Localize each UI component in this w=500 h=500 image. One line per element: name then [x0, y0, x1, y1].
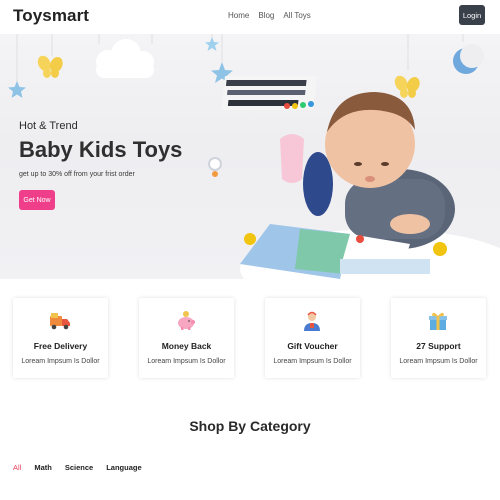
nav-link-blog[interactable]: Blog	[258, 11, 274, 20]
gift-box-icon	[429, 312, 447, 330]
login-button[interactable]: Login	[459, 5, 485, 25]
feature-text: Loream Impsum Is Dollor	[21, 358, 100, 365]
hero-banner: Hot & Trend Baby Kids Toys get up to 30%…	[0, 34, 500, 279]
get-now-button[interactable]: Get Now	[19, 190, 55, 210]
category-tab-all[interactable]: All	[13, 463, 21, 472]
feature-title: 27 Support	[416, 341, 461, 351]
section-title-shop-by-category: Shop By Category	[189, 418, 311, 434]
category-tab-language[interactable]: Language	[106, 463, 141, 472]
feature-card-money-back[interactable]: Money Back Loream Impsum Is Dollor	[139, 298, 234, 378]
cloud-decoration-icon	[96, 39, 154, 78]
butterfly-decoration-icon	[37, 55, 63, 78]
hero-description: get up to 30% off from your frist order	[19, 171, 135, 178]
feature-title: Free Delivery	[33, 341, 88, 351]
category-tab-math[interactable]: Math	[34, 463, 52, 472]
star-decoration-icon	[8, 81, 26, 98]
category-tabs: All Math Science Language	[13, 463, 142, 472]
feature-title: Money Back	[161, 341, 212, 351]
fabric-toy-decoration	[221, 76, 317, 110]
feature-card-gift-voucher[interactable]: Gift Voucher Loream Impsum Is Dollor	[265, 298, 360, 378]
feature-text: Loream Impsum Is Dollor	[399, 358, 478, 365]
nav-link-all-toys[interactable]: All Toys	[283, 11, 310, 20]
hero-subtitle: Hot & Trend	[19, 120, 78, 132]
hero-title: Baby Kids Toys	[19, 137, 183, 162]
feature-card-free-delivery[interactable]: Free Delivery Loream Impsum Is Dollor	[13, 298, 108, 378]
feature-card-support[interactable]: 27 Support Loream Impsum Is Dollor	[391, 298, 486, 378]
nav-link-home[interactable]: Home	[228, 11, 249, 20]
nav-links: Home Blog All Toys	[228, 11, 311, 20]
navbar: Toysmart Home Blog All Toys Login	[0, 0, 500, 34]
moon-decoration-icon	[453, 44, 484, 74]
category-tab-science[interactable]: Science	[65, 463, 93, 472]
feature-title: Gift Voucher	[287, 341, 338, 351]
piggy-bank-icon	[178, 311, 195, 330]
feature-text: Loream Impsum Is Dollor	[147, 358, 226, 365]
brand-logo[interactable]: Toysmart	[13, 6, 89, 26]
feature-text: Loream Impsum Is Dollor	[273, 358, 352, 365]
delivery-truck-icon	[50, 313, 70, 330]
support-person-icon	[304, 311, 320, 331]
